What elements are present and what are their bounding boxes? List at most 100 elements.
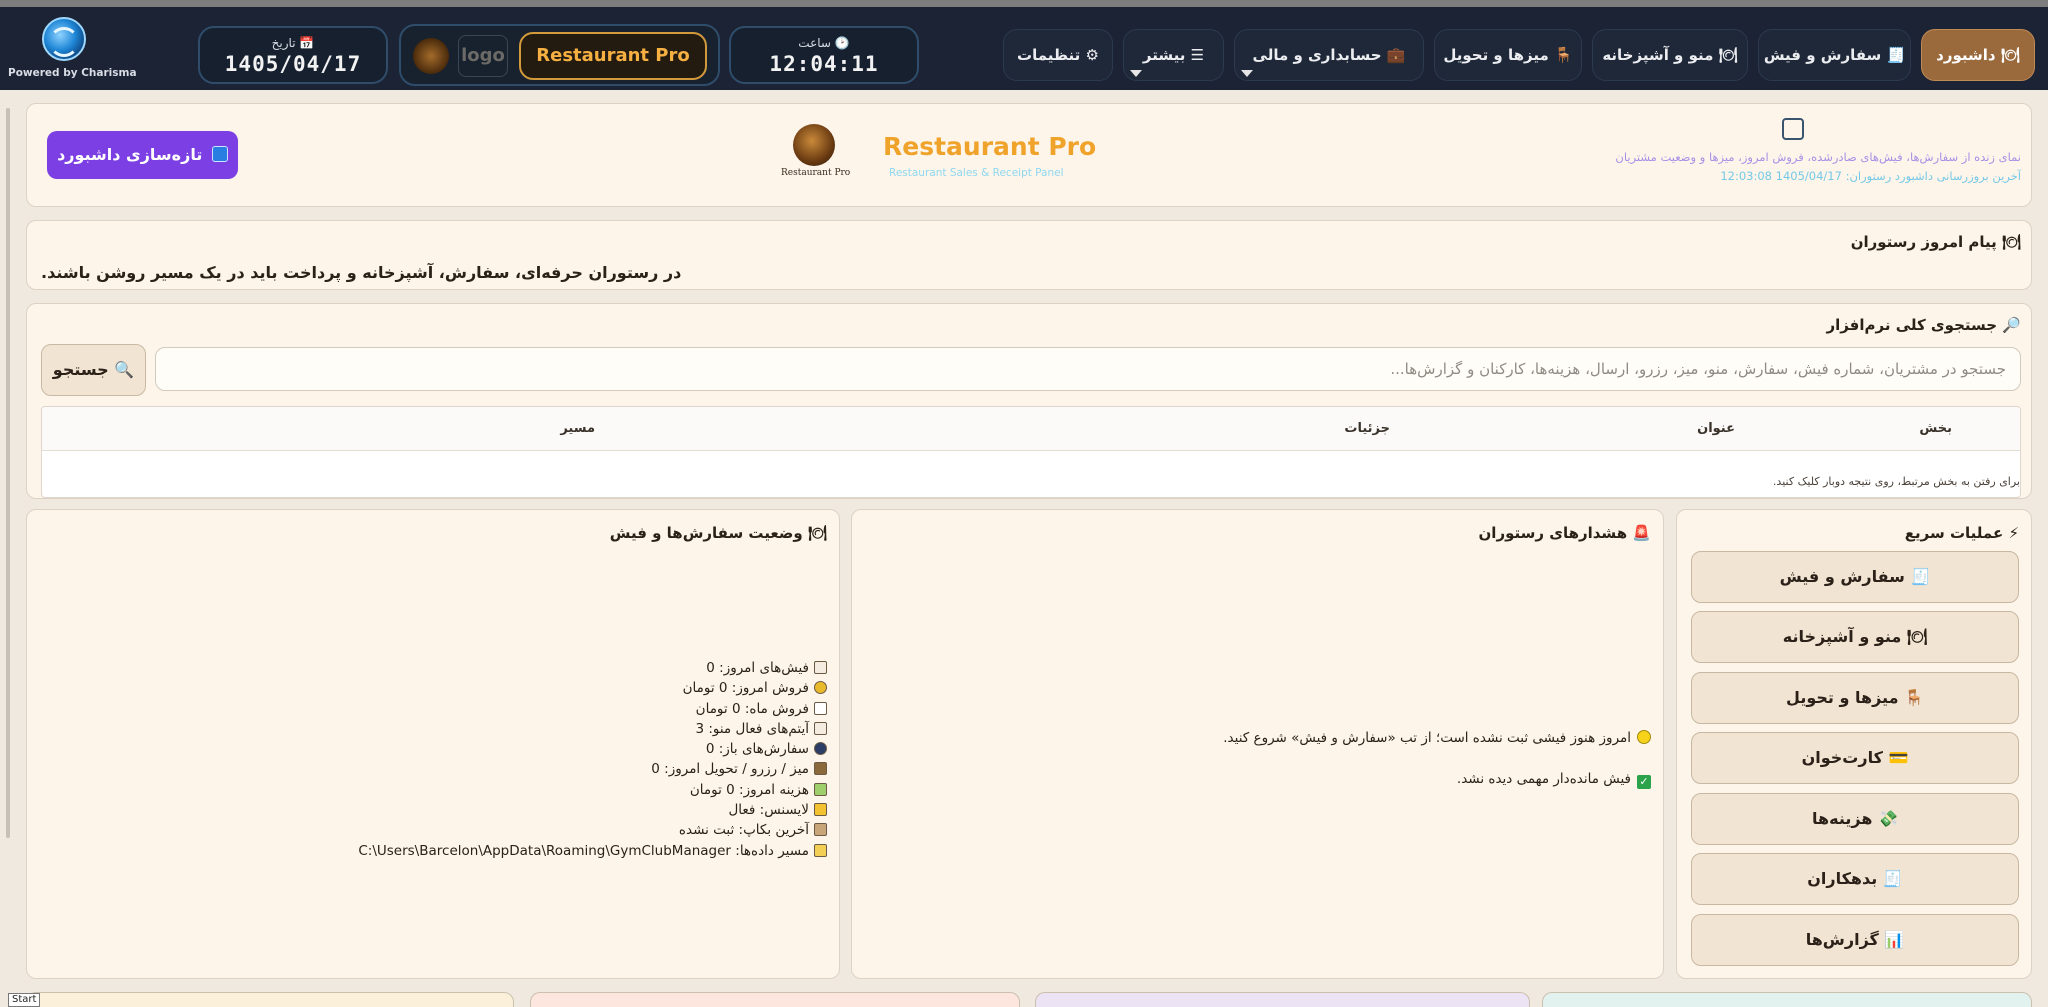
status-line: میز / رزرو / تحویل امروز: 0: [358, 759, 827, 779]
status-line: هزینه امروز: 0 تومان: [358, 780, 827, 800]
warning-dot-icon: [1637, 730, 1651, 744]
status-line-text: آیتم‌های فعال منو: 3: [695, 720, 809, 737]
check-icon: ✓: [1637, 775, 1651, 789]
date-value: 1405/04/17: [224, 52, 362, 76]
header-description-text: نمای زنده از سفارش‌ها، فیش‌های صادرشده، …: [1615, 150, 2021, 164]
tab-more[interactable]: ☰ بیشتر: [1123, 29, 1224, 81]
chevron-down-icon: [1130, 70, 1142, 77]
summary-card-peek: [1542, 992, 2032, 1007]
money-icon: [814, 782, 827, 796]
quick-actions-panel: ⚡ عملیات سریع 🧾 سفارش و فیش 🍽 منو و آشپز…: [1676, 509, 2032, 979]
daily-message-title: 🍽 پیام امروز رستوران: [1850, 233, 2021, 251]
order-status-panel: 🍽 وضعیت سفارش‌ها و فیش فیش‌های امروز: 0 …: [26, 509, 840, 979]
window-top-strip: [0, 0, 2048, 7]
summary-card-peek: [1035, 992, 1530, 1007]
search-button[interactable]: 🔍 جستجو: [41, 344, 146, 396]
medal-icon: [814, 681, 827, 695]
brand: Powered by Charisma: [8, 17, 137, 87]
page-subtitle: Restaurant Sales & Receipt Panel: [889, 167, 1064, 179]
quick-expenses-button[interactable]: 💸 هزینه‌ها: [1691, 793, 2019, 845]
tab-accounting[interactable]: 💼 حسابداری و مالی: [1234, 29, 1424, 81]
search-results-table[interactable]: بخش عنوان جزئیات مسیر برای رفتن به بخش م…: [41, 406, 2021, 498]
column-details[interactable]: جزئیات: [1344, 421, 1390, 436]
global-search-title: 🔎 جستجوی کلی نرم‌افزار: [1826, 316, 2021, 334]
order-status-title: 🍽 وضعیت سفارش‌ها و فیش: [609, 524, 827, 542]
quick-card-reader-button[interactable]: 💳 کارت‌خوان: [1691, 732, 2019, 784]
date-display: 📅 تاریخ 1405/04/17: [198, 26, 388, 84]
tab-menu-kitchen[interactable]: 🍽 منو و آشپزخانه: [1592, 29, 1748, 81]
status-line-text: فروش ماه: 0 تومان: [695, 700, 809, 717]
logo-group: logo Restaurant Pro: [399, 24, 720, 86]
quick-menu-button[interactable]: 🍽 منو و آشپزخانه: [1691, 611, 2019, 663]
powered-by-text: Powered by Charisma: [8, 67, 137, 79]
chart-icon: [814, 701, 827, 715]
column-title[interactable]: عنوان: [1697, 421, 1735, 436]
status-line: آیتم‌های فعال منو: 3: [358, 719, 827, 739]
refresh-icon: [211, 146, 228, 162]
column-section[interactable]: بخش: [1919, 421, 1952, 436]
alert-item-text: امروز هنوز فیشی ثبت نشده است؛ از تب «سفا…: [1223, 730, 1631, 746]
vertical-scrollbar[interactable]: [6, 108, 10, 838]
search-results-hint: برای رفتن به بخش مرتبط، روی نتیجه دوبار …: [1772, 475, 2020, 488]
global-search-card: 🔎 جستجوی کلی نرم‌افزار 🔍 جستجو بخش عنوان…: [26, 303, 2032, 499]
restaurant-emblem-icon: [793, 124, 835, 166]
lock-icon: [814, 803, 827, 817]
status-line-text: فروش امروز: 0 تومان: [682, 680, 809, 697]
clock-display: 🕑 ساعت 12:04:11: [729, 26, 919, 84]
status-line: فروش امروز: 0 تومان: [358, 678, 827, 698]
status-line-text: سفارش‌های باز: 0: [705, 741, 809, 758]
charisma-logo-icon: [42, 17, 86, 61]
alert-item: ✓ فیش مانده‌دار مهمی دیده نشد.: [1457, 771, 1651, 789]
status-line: آخرین بکاپ: ثبت نشده: [358, 820, 827, 840]
alerts-title: 🚨 هشدارهای رستوران: [1478, 524, 1652, 542]
logo-placeholder: logo: [458, 35, 508, 77]
status-line: لایسنس: فعال: [358, 800, 827, 820]
status-list: فیش‌های امروز: 0 فروش امروز: 0 تومان فرو…: [358, 658, 827, 861]
status-line-text: میز / رزرو / تحویل امروز: 0: [651, 761, 809, 778]
restaurant-icon: [1782, 118, 1804, 140]
daily-message-text: در رستوران حرفه‌ای، سفارش، آشپزخانه و پر…: [41, 263, 682, 282]
quick-debtors-button[interactable]: 🧾 بدهکاران: [1691, 853, 2019, 905]
table-icon: [814, 762, 827, 776]
restaurant-emblem: Restaurant Pro: [781, 124, 851, 184]
receipt-icon: [814, 661, 827, 674]
tab-accounting-label: 💼 حسابداری و مالی: [1252, 46, 1406, 64]
page-title: Restaurant Pro: [883, 132, 1097, 161]
column-path[interactable]: مسیر: [560, 421, 595, 436]
status-line-text: فیش‌های امروز: 0: [706, 660, 809, 676]
tab-tables-delivery[interactable]: 🪑 میزها و تحویل: [1434, 29, 1582, 81]
tab-more-label: ☰ بیشتر: [1142, 46, 1205, 64]
time-label: 🕑 ساعت: [798, 36, 850, 50]
status-line: فروش ماه: 0 تومان: [358, 699, 827, 719]
status-line: فیش‌های امروز: 0: [358, 658, 827, 678]
alert-item-text: فیش مانده‌دار مهمی دیده نشد.: [1456, 771, 1631, 787]
alert-item: امروز هنوز فیشی ثبت نشده است؛ از تب «سفا…: [1223, 730, 1651, 746]
quick-actions-title: ⚡ عملیات سریع: [1904, 524, 2019, 542]
status-line-text: هزینه امروز: 0 تومان: [689, 781, 809, 798]
backup-box-icon: [814, 823, 827, 837]
daily-message-card: 🍽 پیام امروز رستوران در رستوران حرفه‌ای،…: [26, 220, 2032, 290]
emblem-caption: Restaurant Pro: [781, 168, 851, 178]
quick-orders-button[interactable]: 🧾 سفارش و فیش: [1691, 551, 2019, 603]
restaurant-alerts-panel: 🚨 هشدارهای رستوران امروز هنوز فیشی ثبت ن…: [851, 509, 1664, 979]
global-search-input[interactable]: [155, 347, 2021, 391]
start-label: Start: [8, 993, 41, 1007]
quick-reports-button[interactable]: 📊 گزارش‌ها: [1691, 914, 2019, 966]
summary-card-peek: [530, 992, 1020, 1007]
header-description: نمای زنده از سفارش‌ها، فیش‌های صادرشده، …: [1561, 118, 2021, 183]
tab-dashboard[interactable]: 🍽 داشبورد: [1921, 29, 2035, 81]
quick-tables-button[interactable]: 🪑 میزها و تحویل: [1691, 672, 2019, 724]
search-results-header: بخش عنوان جزئیات مسیر: [42, 407, 2020, 451]
restaurant-logo-icon: [413, 38, 449, 74]
product-name-badge[interactable]: Restaurant Pro: [519, 32, 707, 80]
folder-icon: [814, 843, 827, 857]
tab-settings[interactable]: ⚙ تنظیمات: [1003, 29, 1113, 81]
status-line: سفارش‌های باز: 0: [358, 739, 827, 759]
chevron-down-icon: [1241, 70, 1253, 77]
refresh-dashboard-button[interactable]: تازه‌سازی داشبورد: [47, 131, 238, 179]
refresh-dashboard-label: تازه‌سازی داشبورد: [57, 145, 203, 164]
date-label: 📅 تاریخ: [271, 36, 315, 50]
summary-card-peek: [26, 992, 514, 1007]
search-icon: [814, 742, 827, 756]
tab-orders-receipts[interactable]: 🧾 سفارش و فیش: [1758, 29, 1911, 81]
